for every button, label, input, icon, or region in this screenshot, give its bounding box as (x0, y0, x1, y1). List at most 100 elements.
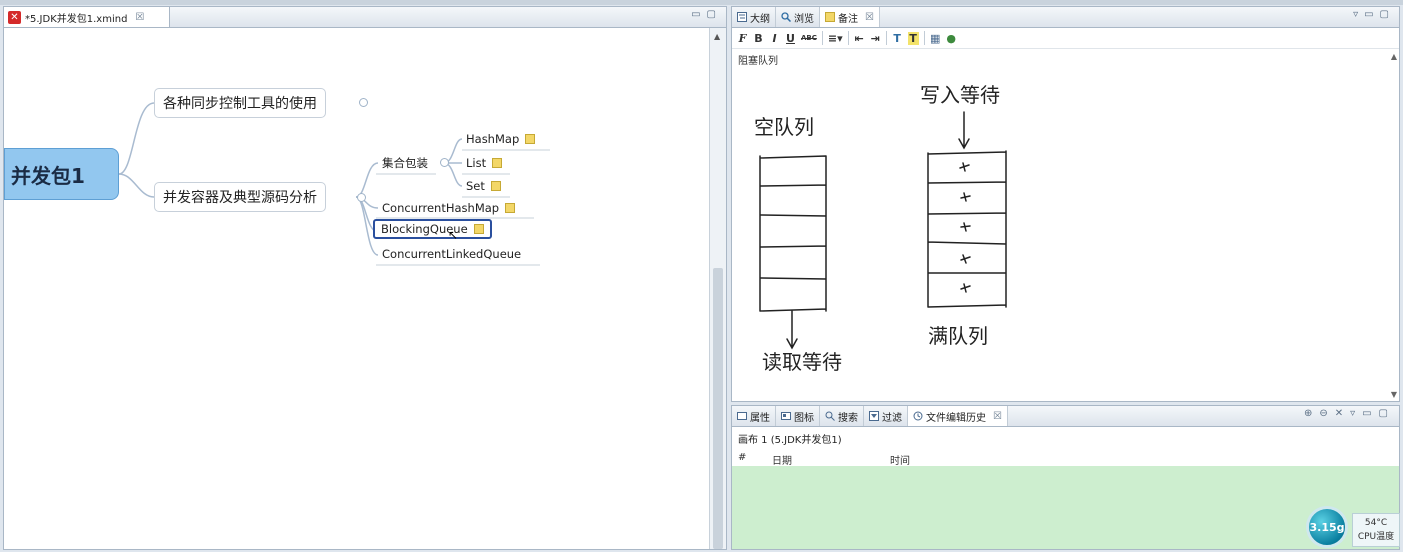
leaf-set[interactable]: Set (466, 179, 501, 193)
strikethrough-button[interactable]: ABC (801, 34, 817, 42)
expand-toggle-icon[interactable] (359, 98, 368, 107)
empty-queue-label: 空队列 (754, 115, 814, 139)
tab-properties[interactable]: 属性 (732, 406, 776, 426)
leaf-label: ConcurrentHashMap (382, 201, 500, 215)
insert-image-button[interactable]: ▦ (930, 32, 941, 45)
subtopic-collection-wrapper[interactable]: 集合包装 (382, 155, 428, 171)
note-icon[interactable] (525, 134, 536, 144)
bold-button[interactable]: B (753, 32, 764, 45)
leaf-label: List (466, 156, 487, 170)
leaf-concurrenthashmap[interactable]: ConcurrentHashMap (382, 201, 516, 215)
tab-browse[interactable]: 浏览 (776, 7, 820, 27)
column-header: # (738, 452, 747, 463)
tab-outline[interactable]: 大纲 (732, 7, 776, 27)
italic-button[interactable]: I (769, 32, 780, 45)
tab-label: 大纲 (750, 13, 770, 25)
note-icon[interactable] (490, 181, 501, 191)
scroll-up-icon[interactable]: ▲ (1391, 52, 1397, 61)
note-icon[interactable] (505, 203, 516, 213)
close-tab-icon[interactable]: ☒ (135, 12, 144, 23)
notes-format-toolbar: F B I U ABC ≡▾ ⇤ ⇥ T T ▦ ● (732, 28, 1399, 49)
scroll-thumb[interactable] (713, 268, 723, 549)
xmind-file-icon: ✕ (8, 10, 21, 24)
tab-label: 过滤 (882, 412, 902, 424)
toolbar-separator (885, 31, 887, 45)
note-icon[interactable] (473, 224, 484, 234)
tab-label: 浏览 (794, 13, 814, 25)
tab-file-edit-history[interactable]: 文件编辑历史 ☒ (908, 406, 1008, 426)
tab-label: 搜索 (838, 412, 858, 424)
collapse-toggle-icon[interactable] (357, 193, 366, 202)
topic-concurrent-containers[interactable]: 并发容器及典型源码分析 (154, 182, 326, 212)
queue-sketch-drawing: 空队列 读取等待 写入等待 满队列 (754, 83, 1007, 374)
leaf-concurrentlinkedqueue[interactable]: ConcurrentLinkedQueue (382, 247, 521, 261)
tab-label: 备注 (838, 13, 858, 25)
tab-label: 属性 (750, 412, 770, 424)
leaf-label: Set (466, 179, 485, 193)
scroll-up-icon[interactable]: ▲ (714, 32, 720, 41)
editor-tabbar: ✕ *5.JDK并发包1.xmind ☒ ▭▢ (4, 7, 726, 28)
close-tab-icon[interactable]: ☒ (993, 411, 1002, 422)
notes-panel: 大纲 浏览 备注 ☒ ▿▭▢ F B I U ABC ≡▾ ⇤ ⇥ T T ▦ … (731, 6, 1400, 402)
properties-icon (737, 412, 747, 420)
note-icon (825, 12, 835, 22)
align-dropdown-button[interactable]: ≡▾ (828, 32, 843, 45)
history-title: 画布 1 (5.JDK并发包1) (738, 435, 842, 446)
font-button[interactable]: F (737, 32, 748, 45)
highlight-color-button[interactable]: T (907, 31, 919, 45)
indent-button[interactable]: ⇥ (870, 32, 881, 45)
tab-notes[interactable]: 备注 ☒ (820, 7, 880, 27)
toolbar-separator (821, 31, 823, 45)
tab-icons[interactable]: 图标 (776, 406, 820, 426)
column-header: 日期 (772, 456, 792, 467)
editor-window-controls[interactable]: ▭▢ (691, 9, 722, 20)
subtopic-label: 集合包装 (382, 156, 428, 170)
leaf-label: HashMap (466, 132, 520, 146)
icons-icon (781, 412, 791, 420)
note-icon[interactable] (492, 158, 503, 168)
column-header: 时间 (890, 456, 910, 467)
edit-history-panel: 属性 图标 搜索 过滤 文件编辑历史 ☒ ⊕⊖✕▿▭▢ 画布 1 (5.JDK并… (731, 405, 1400, 550)
notes-vertical-scrollbar[interactable]: ▲ ▼ (1387, 48, 1399, 401)
editor-tab[interactable]: ✕ *5.JDK并发包1.xmind ☒ (4, 7, 170, 27)
central-topic[interactable]: 并发包1 (4, 148, 119, 200)
tab-filter[interactable]: 过滤 (864, 406, 908, 426)
tab-label: 图标 (794, 412, 814, 424)
tab-search[interactable]: 搜索 (820, 406, 864, 426)
editor-tab-label: *5.JDK并发包1.xmind (25, 13, 128, 25)
notes-window-controls[interactable]: ▿▭▢ (1353, 9, 1395, 20)
topic-label: 并发容器及典型源码分析 (163, 190, 317, 206)
clock-icon (913, 411, 923, 421)
close-tab-icon[interactable]: ☒ (865, 12, 874, 23)
search-icon (825, 411, 835, 421)
toolbar-separator (923, 31, 925, 45)
toolbar-separator (847, 31, 849, 45)
collapse-toggle-icon[interactable] (440, 158, 449, 167)
topic-label: 各种同步控制工具的使用 (163, 96, 317, 112)
read-wait-label: 读取等待 (762, 350, 842, 374)
magnifier-icon (781, 12, 791, 22)
filter-icon (869, 411, 879, 421)
central-topic-label: 并发包1 (11, 163, 85, 188)
full-queue-label: 满队列 (928, 324, 988, 348)
history-window-controls[interactable]: ⊕⊖✕▿▭▢ (1304, 408, 1395, 419)
underline-button[interactable]: U (785, 32, 796, 45)
outline-icon (737, 12, 747, 22)
leaf-list[interactable]: List (466, 156, 503, 170)
insert-link-button[interactable]: ● (946, 32, 957, 45)
write-wait-label: 写入等待 (920, 83, 1000, 107)
leaf-hashmap[interactable]: HashMap (466, 132, 536, 146)
memory-usage-widget[interactable]: 3.15g (1306, 506, 1348, 548)
mindmap-canvas[interactable]: 并发包1 各种同步控制工具的使用 并发容器及典型源码分析 集合包装 HashMa… (4, 28, 710, 549)
leaf-blockingqueue-selected[interactable]: BlockingQueue (373, 219, 492, 239)
leaf-label: ConcurrentLinkedQueue (382, 247, 522, 261)
history-table-body[interactable] (732, 466, 1399, 549)
mindmap-editor: ✕ *5.JDK并发包1.xmind ☒ ▭▢ 并发包1 各种同步控制工具的使用… (3, 6, 727, 550)
cpu-temp-value: 54°C (1364, 518, 1388, 528)
text-color-button[interactable]: T (892, 32, 903, 45)
cpu-temp-label: CPU温度 (1357, 532, 1395, 542)
scroll-down-icon[interactable]: ▼ (1391, 390, 1397, 399)
topic-sync-tools[interactable]: 各种同步控制工具的使用 (154, 88, 326, 118)
editor-vertical-scrollbar[interactable]: ▲ (709, 28, 726, 549)
outdent-button[interactable]: ⇤ (854, 32, 865, 45)
